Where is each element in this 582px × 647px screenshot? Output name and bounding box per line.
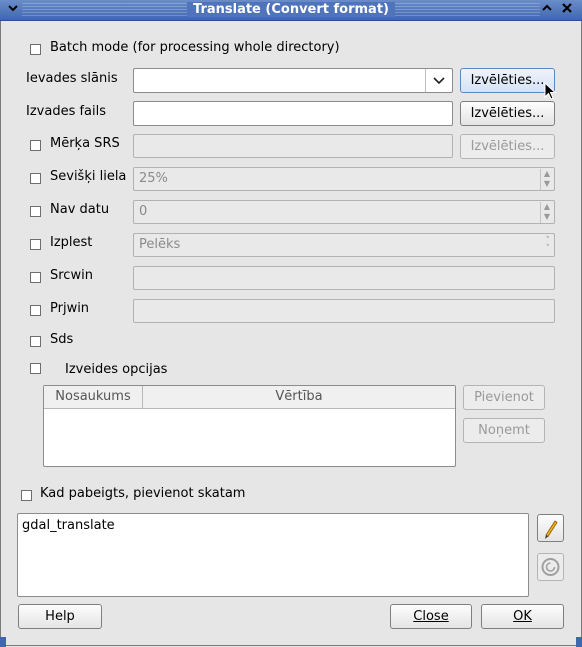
srcwin-label: Srcwin [50,268,93,283]
add-option-button[interactable]: Pievienot [463,385,545,410]
expand-label: Izplest [50,235,93,250]
nodata-spin-buttons[interactable]: ▲ ▼ [540,202,553,223]
title-bar: Translate (Convert format) [0,0,582,21]
close-window-button[interactable] [558,2,576,18]
nodata-checkbox[interactable] [30,206,41,217]
chevron-down-icon [433,77,445,85]
maximize-button[interactable] [538,2,556,18]
expand-checkbox[interactable] [30,239,41,250]
target-srs-browse-button[interactable]: Izvēlēties... [460,134,555,159]
output-file-label: Izvades fails [26,104,107,119]
column-header-name[interactable]: Nosaukums [44,386,143,409]
sds-label: Sds [50,332,74,347]
spin-down-icon[interactable]: ▼ [541,179,553,189]
nodata-value: 0 [139,204,148,219]
srcwin-input[interactable] [133,266,555,290]
command-text: gdal_translate [22,518,115,533]
creation-options-checkbox[interactable] [30,363,41,374]
input-layer-dropdown[interactable] [425,69,452,92]
chevron-up-icon [542,4,552,11]
prjwin-label: Prjwin [50,301,90,316]
outsize-label: Sevišķi liela [50,169,127,184]
select-arrows-icon: ˄ ˅ [545,236,551,254]
outsize-spinbox[interactable]: 25% ▲ ▼ [133,167,555,191]
remove-option-button[interactable]: Noņemt [463,418,545,443]
help-button[interactable]: Help [18,604,102,629]
prjwin-input[interactable] [133,299,555,323]
target-srs-input[interactable] [133,134,453,158]
expand-value: Pelēks [139,237,181,252]
batch-mode-label: Batch mode (for processing whole directo… [50,40,340,55]
close-button[interactable]: Close [390,604,472,629]
nodata-label: Nav datu [50,202,110,217]
reset-icon [541,558,560,576]
outsize-value: 25% [139,171,168,186]
load-when-done-checkbox[interactable] [21,490,32,501]
load-when-done-label: Kad pabeigts, pievienot skatam [40,486,246,501]
target-srs-checkbox[interactable] [30,140,41,151]
input-layer-browse-button[interactable]: Izvēlēties... [460,68,555,93]
reset-command-button[interactable] [537,553,564,581]
ok-button-label: OK [513,609,532,624]
window-corner [576,637,582,647]
sds-checkbox[interactable] [30,336,41,347]
output-file-browse-button[interactable]: Izvēlēties... [460,101,555,126]
close-icon [562,3,572,13]
spin-up-icon[interactable]: ▲ [541,169,553,179]
srcwin-checkbox[interactable] [30,272,41,283]
target-srs-label: Mērķa SRS [50,136,120,151]
batch-mode-checkbox[interactable] [30,44,41,55]
creation-options-label: Izveides opcijas [65,362,168,377]
command-textarea[interactable]: gdal_translate [17,513,529,597]
column-header-value[interactable]: Vērtība [143,386,455,409]
mouse-cursor-icon [544,82,557,100]
expand-select[interactable]: Pelēks ˄ ˅ [133,233,555,257]
input-layer-combobox[interactable] [133,68,453,93]
prjwin-checkbox[interactable] [30,305,41,316]
window-title: Translate (Convert format) [0,2,582,17]
close-button-label: Close [413,609,449,624]
outsize-checkbox[interactable] [30,173,41,184]
creation-options-table[interactable]: Nosaukums Vērtība [43,385,456,467]
nodata-spinbox[interactable]: 0 ▲ ▼ [133,200,555,224]
pencil-icon [545,520,558,539]
outsize-spin-buttons[interactable]: ▲ ▼ [540,169,553,190]
output-file-input[interactable] [133,101,453,126]
spin-down-icon[interactable]: ▼ [541,212,553,222]
spin-up-icon[interactable]: ▲ [541,202,553,212]
input-layer-label: Ievades slānis [26,71,118,86]
window-corner [0,637,6,647]
ok-button[interactable]: OK [481,604,564,629]
edit-command-button[interactable] [537,514,564,542]
